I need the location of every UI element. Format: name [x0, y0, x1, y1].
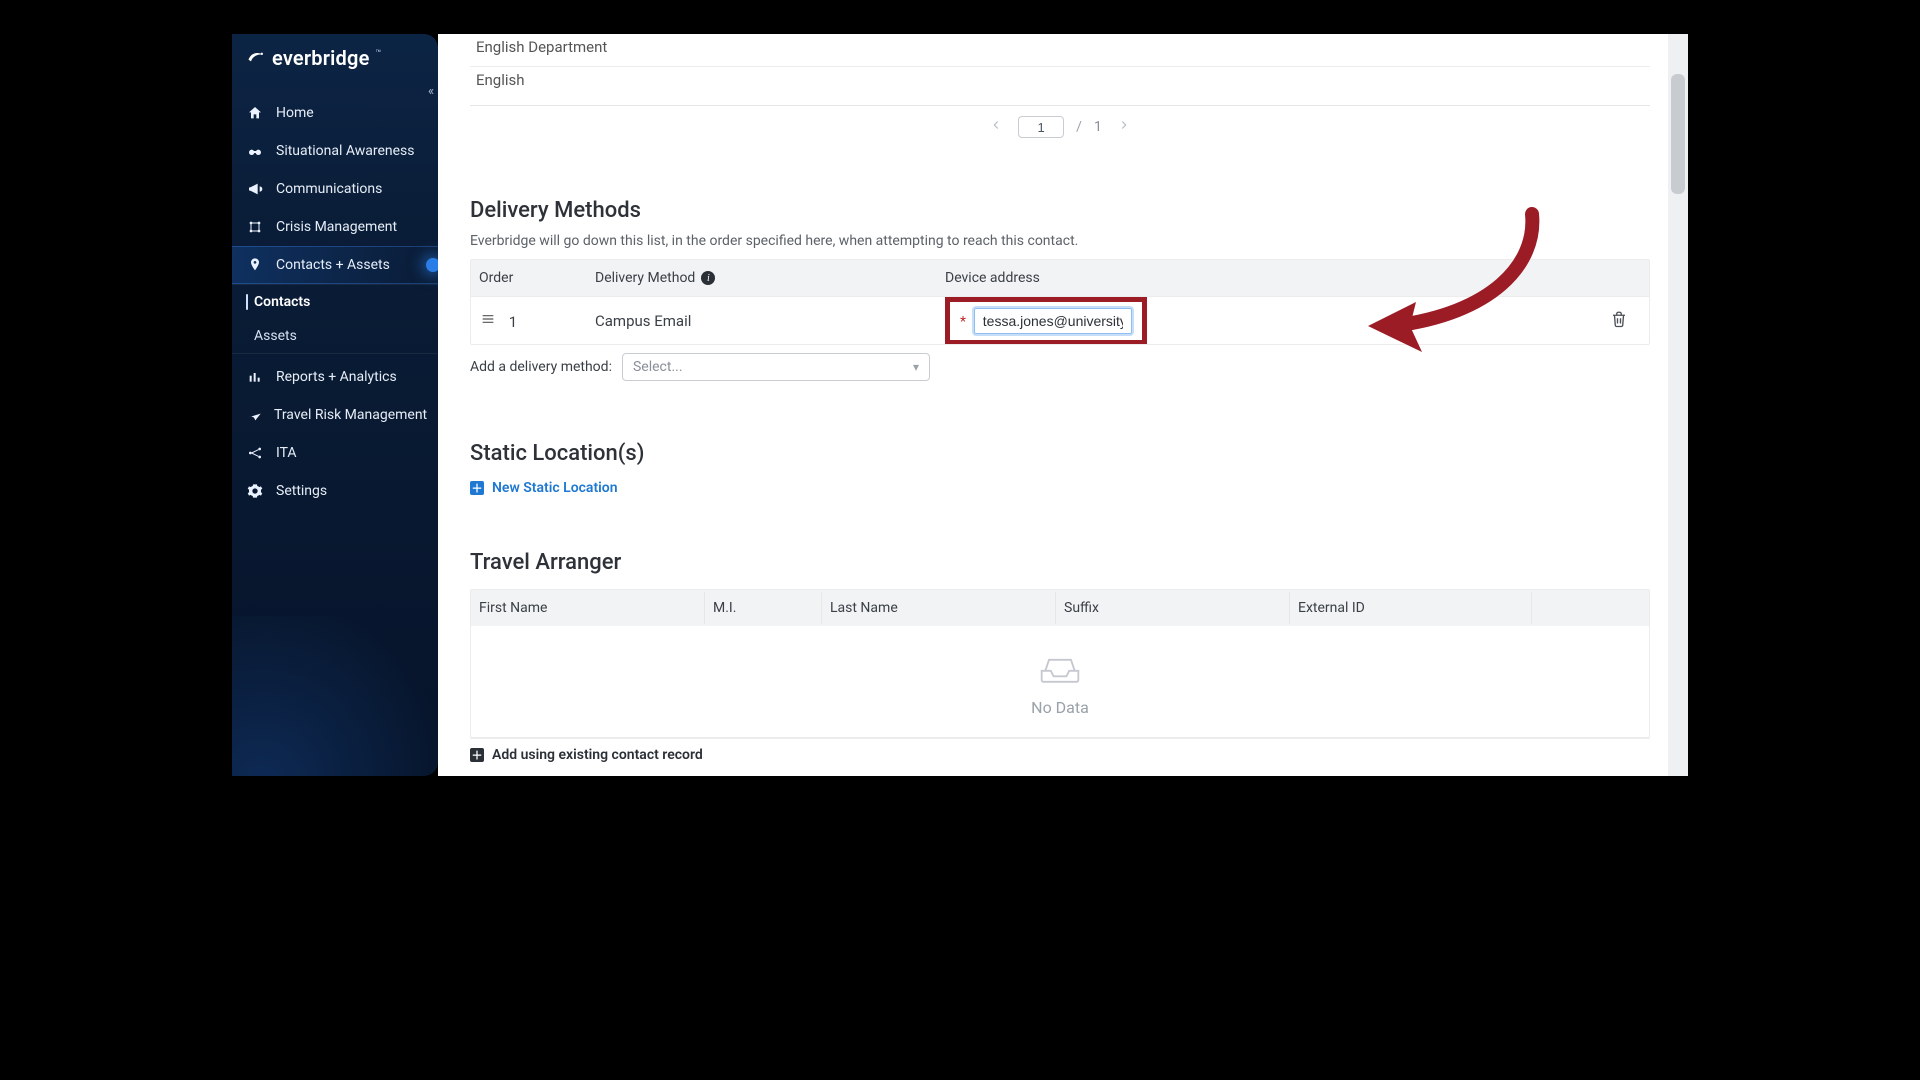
add-method-select[interactable]: Select... ▾ [622, 353, 930, 381]
sidebar-item-label: Reports + Analytics [276, 369, 397, 385]
sidebar-item-settings[interactable]: Settings [232, 472, 438, 510]
pin-icon [246, 256, 264, 274]
scrollbar-thumb[interactable] [1671, 74, 1685, 194]
plus-square-icon: ＋ [470, 748, 484, 762]
device-address-input[interactable] [974, 308, 1132, 334]
content: English Department English / 1 Delivery … [438, 34, 1668, 776]
method-label: Campus Email [595, 312, 691, 330]
sidebar-sub-contacts[interactable]: Contacts [244, 285, 438, 319]
sidebar-item-label: Contacts + Assets [276, 257, 390, 273]
add-existing-label: Add using existing contact record [492, 747, 703, 763]
letterbox-bottom [232, 776, 1688, 816]
brand: everbridge ™ [232, 34, 438, 88]
cell-actions [1589, 302, 1649, 340]
order-number: 1 [509, 313, 517, 331]
vertical-scrollbar[interactable] [1668, 34, 1688, 776]
sidebar-item-label: ITA [276, 445, 297, 461]
letterbox-top [232, 0, 1688, 34]
brand-tm: ™ [376, 49, 382, 59]
plus-square-icon: ＋ [470, 481, 484, 495]
select-placeholder: Select... [633, 359, 683, 375]
group-label: English Department [476, 38, 607, 56]
col-mi: M.I. [705, 592, 822, 624]
sidebar-collapse-button[interactable]: « [420, 80, 438, 102]
drag-handle-icon[interactable] [479, 310, 497, 328]
sidebar-item-reports[interactable]: Reports + Analytics [232, 358, 438, 396]
col-last-name: Last Name [822, 592, 1056, 624]
no-data-label: No Data [1031, 698, 1089, 717]
col-first-name: First Name [471, 592, 705, 624]
pager-page-input[interactable] [1018, 116, 1064, 138]
brand-mark-icon [246, 48, 266, 68]
sidebar-item-home[interactable]: Home [232, 94, 438, 132]
table-row: 1 Campus Email * [471, 296, 1649, 344]
col-actions [1532, 600, 1649, 616]
sidebar-sub-label: Contacts [254, 294, 310, 310]
sidebar-item-communications[interactable]: Communications [232, 170, 438, 208]
pager-prev[interactable] [986, 118, 1006, 136]
col-method: Delivery Method i [587, 262, 937, 294]
col-external-id: External ID [1290, 592, 1532, 624]
pager-total: 1 [1094, 119, 1102, 135]
delivery-methods-title: Delivery Methods [470, 198, 1650, 223]
new-static-location-label: New Static Location [492, 480, 618, 496]
group-label: English [476, 71, 525, 89]
cell-order: 1 [471, 302, 587, 339]
sidebar-item-label: Settings [276, 483, 327, 499]
sidebar-sub-assets[interactable]: Assets [244, 319, 438, 353]
nodes-icon [246, 218, 264, 236]
add-delivery-method-row: Add a delivery method: Select... ▾ [470, 345, 1650, 381]
group-row[interactable]: English Department [470, 34, 1650, 67]
sidebar-item-label: Communications [276, 181, 382, 197]
sidebar-item-label: Travel Risk Management [274, 407, 427, 423]
highlight-annotation: * [945, 297, 1147, 345]
info-icon[interactable]: i [701, 271, 715, 285]
col-actions [1589, 270, 1649, 286]
sidebar-item-travel-risk[interactable]: Travel Risk Management [232, 396, 438, 434]
no-data: No Data [471, 626, 1649, 737]
col-order: Order [471, 262, 587, 294]
sidebar-item-crisis[interactable]: Crisis Management [232, 208, 438, 246]
sidebar-item-situational[interactable]: Situational Awareness [232, 132, 438, 170]
add-method-label: Add a delivery method: [470, 359, 612, 375]
pager: / 1 [470, 106, 1650, 146]
table-header: First Name M.I. Last Name Suffix Externa… [471, 590, 1649, 626]
binoculars-icon [246, 142, 264, 160]
megaphone-icon [246, 180, 264, 198]
sidebar-item-label: Home [276, 105, 314, 121]
col-method-label: Delivery Method [595, 270, 695, 286]
new-static-location-link[interactable]: ＋ New Static Location [470, 480, 1650, 496]
brand-name: everbridge [272, 46, 370, 70]
chevron-down-icon: ▾ [913, 360, 919, 374]
cell-address: * [937, 289, 1589, 346]
sidebar-item-label: Crisis Management [276, 219, 397, 235]
pager-next[interactable] [1114, 118, 1134, 136]
plane-icon [246, 406, 262, 424]
pager-separator: / [1076, 119, 1082, 135]
chevron-double-left-icon: « [428, 84, 434, 99]
sidebar-subnav: Contacts Assets [232, 284, 438, 354]
sidebar-item-contacts-assets[interactable]: Contacts + Assets [232, 246, 438, 284]
empty-tray-icon [1038, 654, 1082, 688]
sidebar-sub-label: Assets [254, 328, 297, 344]
chart-icon [246, 368, 264, 386]
travel-arranger-title: Travel Arranger [470, 550, 1650, 575]
group-row[interactable]: English [470, 67, 1650, 99]
col-suffix: Suffix [1056, 592, 1290, 624]
sidebar-item-label: Situational Awareness [276, 143, 415, 159]
static-locations-title: Static Location(s) [470, 441, 1650, 466]
sidebar-item-ita[interactable]: ITA [232, 434, 438, 472]
sidebar-nav: Home Situational Awareness Communication… [232, 94, 438, 510]
network-icon [246, 444, 264, 462]
delivery-methods-subtitle: Everbridge will go down this list, in th… [470, 233, 1650, 249]
add-existing-contact-link[interactable]: ＋ Add using existing contact record [470, 738, 1650, 771]
delivery-methods-table: Order Delivery Method i Device address 1 [470, 259, 1650, 345]
sidebar: everbridge ™ « Home Situational Awarenes… [232, 34, 438, 776]
required-star: * [960, 314, 966, 330]
home-icon [246, 104, 264, 122]
gear-icon [246, 482, 264, 500]
cell-method: Campus Email [587, 304, 937, 338]
travel-arranger-table: First Name M.I. Last Name Suffix Externa… [470, 589, 1650, 738]
delete-row-button[interactable] [1610, 310, 1628, 332]
